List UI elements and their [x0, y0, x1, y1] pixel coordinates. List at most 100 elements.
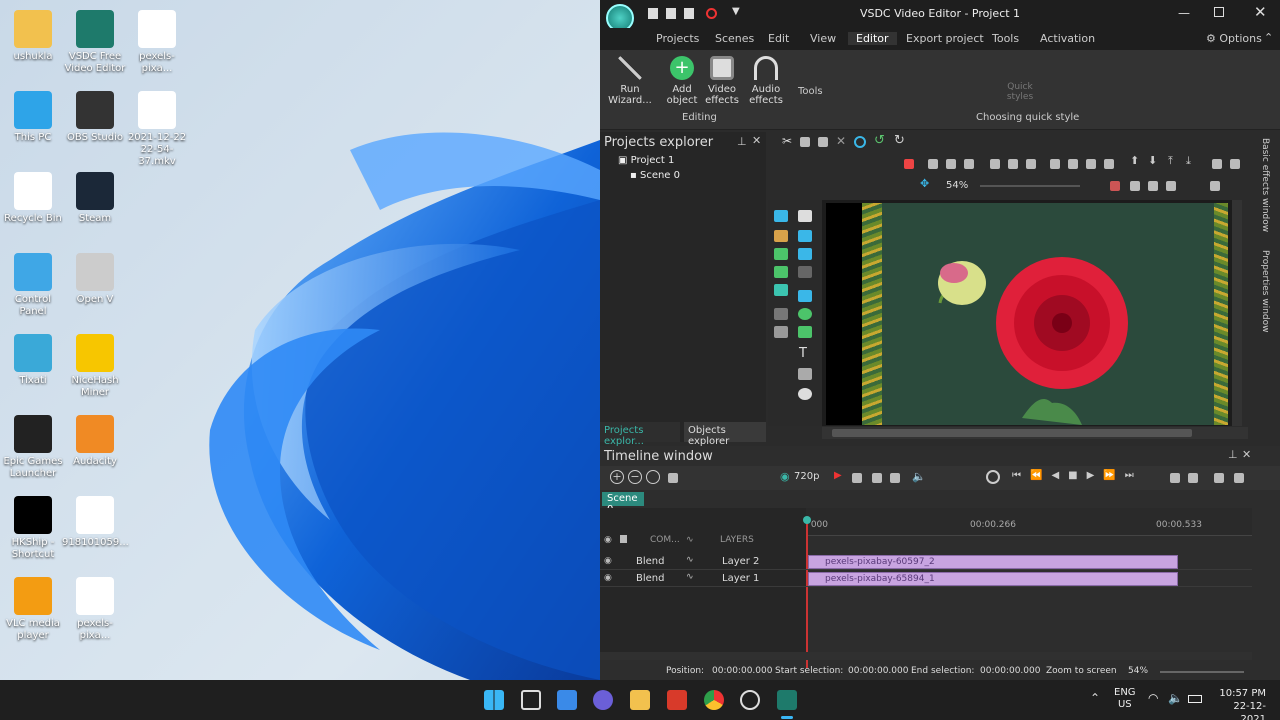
ungroup-icon[interactable]	[1230, 159, 1240, 169]
move-up-icon[interactable]: ⬆	[1130, 154, 1139, 167]
blend-mode-select[interactable]: Blend	[636, 556, 664, 567]
zoom-to-screen-label[interactable]: Zoom to screen	[1046, 666, 1117, 676]
skip-end-icon[interactable]: ⏭	[1125, 470, 1143, 481]
pointer-tool-icon[interactable]	[798, 210, 812, 222]
align-top-icon[interactable]	[964, 159, 974, 169]
marker-menu-icon[interactable]	[1234, 473, 1244, 483]
desktop-icon[interactable]: Recycle Bin	[0, 172, 66, 225]
play-preview-icon[interactable]: ▶	[834, 470, 842, 481]
collapse-ribbon-icon[interactable]: ⌃	[1264, 31, 1273, 44]
split-icon[interactable]	[1170, 473, 1180, 483]
desktop-icon[interactable]: OBS Studio	[62, 91, 128, 144]
track-audio-icon[interactable]: ∿	[686, 572, 694, 582]
text-box-tool-icon[interactable]	[798, 230, 812, 242]
language-indicator[interactable]: ENG US	[1114, 687, 1136, 711]
tab-projects-explorer[interactable]: Projects explor...	[600, 422, 680, 447]
counter-tool-icon[interactable]	[798, 368, 812, 380]
desktop-icon[interactable]: 918101059...	[62, 496, 129, 549]
clock-icon[interactable]	[986, 470, 1000, 484]
menu-item[interactable]: Scenes	[715, 32, 754, 45]
preview-hscroll[interactable]	[822, 427, 1248, 439]
skip-start-icon[interactable]: ⏮	[1012, 470, 1030, 481]
chart-tool-icon[interactable]	[774, 210, 788, 222]
bring-front-icon[interactable]: ⤒	[1168, 154, 1173, 168]
vsdc-taskbar-icon[interactable]	[777, 690, 797, 710]
desktop-icon[interactable]: Steam	[62, 172, 128, 225]
zoom-select[interactable]: 54%	[946, 180, 968, 191]
side-tab-properties[interactable]: Properties window	[1256, 250, 1270, 346]
desktop-icon[interactable]: pexels-pixa...	[62, 577, 128, 642]
settings-small-icon[interactable]	[1210, 181, 1220, 191]
close-button[interactable]: ✕	[1254, 3, 1267, 21]
blend-mode-select[interactable]: Blend	[636, 573, 664, 584]
ruler[interactable]: 00:00:00.000 00:00.266 00:00.533	[806, 508, 1252, 536]
file-explorer-icon[interactable]	[630, 690, 650, 710]
move-down-icon[interactable]: ⬇	[1148, 154, 1157, 167]
obs-taskbar-icon[interactable]	[740, 690, 760, 710]
distribute-v-icon[interactable]	[1050, 159, 1060, 169]
desktop-icon[interactable]: ushukla	[0, 10, 66, 63]
marker-icon[interactable]	[1214, 473, 1224, 483]
align-center-icon[interactable]	[928, 159, 938, 169]
same-size-icon[interactable]	[1104, 159, 1114, 169]
audio-tool-icon[interactable]	[774, 266, 788, 278]
rewind-icon[interactable]: ⏪	[1030, 470, 1051, 481]
pin-icon[interactable]: ⊥	[737, 135, 747, 148]
timeline-pin-icon[interactable]: ⊥	[1228, 448, 1238, 461]
guides-icon[interactable]	[1148, 181, 1158, 191]
add-object-button[interactable]: + Add object	[660, 56, 704, 106]
track-eye-icon[interactable]: ◉	[604, 556, 612, 566]
clock-area[interactable]: 10:57 PM 22-12-2021	[1214, 687, 1266, 720]
desktop-icon[interactable]: VSDC Free Video Editor	[62, 10, 128, 75]
wps-pdf-icon[interactable]	[667, 690, 687, 710]
desktop-icon[interactable]: Audacity	[62, 415, 128, 468]
send-back-icon[interactable]: ⤓	[1186, 154, 1191, 168]
shape-tool-icon[interactable]	[798, 248, 812, 260]
tree-scene[interactable]: ▪ Scene 0	[630, 170, 680, 181]
side-tab-basic-effects[interactable]: Basic effects window	[1256, 138, 1270, 234]
track-audio-icon[interactable]: ∿	[686, 555, 694, 565]
tools-button[interactable]: Tools	[798, 86, 823, 97]
desktop-icon[interactable]: 2021-12-22 22-54-37.mkv	[124, 91, 190, 168]
video-tool-icon[interactable]	[774, 284, 788, 296]
timeline-close-icon[interactable]: ✕	[1242, 448, 1251, 461]
desktop-icon[interactable]: Tixati	[0, 334, 66, 387]
menu-item[interactable]: View	[810, 32, 836, 45]
task-view-icon[interactable]	[521, 690, 541, 710]
tab-objects-explorer[interactable]: Objects explorer	[684, 422, 766, 447]
zoom-out-icon[interactable]: −	[628, 470, 642, 484]
desktop-icon[interactable]: pexels-pixa...	[124, 10, 190, 75]
preview-vscroll[interactable]	[1232, 200, 1242, 426]
same-width-icon[interactable]	[1068, 159, 1078, 169]
desktop-icon[interactable]: HKShip - Shortcut	[0, 496, 66, 561]
freeform-tool-icon[interactable]	[798, 326, 812, 338]
ellipse-tool-icon[interactable]	[798, 308, 812, 320]
run-wizard-button[interactable]: Run Wizard...	[608, 56, 652, 106]
quality-select[interactable]: 720p	[794, 471, 819, 482]
align-middle-icon[interactable]	[990, 159, 1000, 169]
maximize-button[interactable]	[1214, 7, 1224, 17]
play-icon[interactable]: ▶	[1087, 470, 1104, 481]
hscroll-thumb[interactable]	[832, 429, 1192, 437]
tree-project[interactable]: ▣ Project 1	[618, 155, 674, 166]
minimize-button[interactable]: —	[1178, 6, 1190, 20]
track-eye-icon[interactable]: ◉	[604, 573, 612, 583]
snapshot-icon[interactable]	[668, 473, 678, 483]
widgets-icon[interactable]	[557, 690, 577, 710]
track-row[interactable]: ◉ Blend ∿ Layer 1 pexels-pixabay-65894_1	[600, 571, 1252, 587]
menu-item[interactable]: Export project	[906, 32, 984, 45]
repeat-icon[interactable]	[890, 473, 900, 483]
track-row[interactable]: ◉ Blend ∿ Layer 2 pexels-pixabay-60597_2	[600, 554, 1252, 570]
audio-effects-button[interactable]: Audio effects	[744, 56, 788, 106]
playhead-handle[interactable]	[803, 516, 811, 524]
menu-item[interactable]: Editor	[848, 32, 897, 45]
desktop-icon[interactable]: VLC media player	[0, 577, 66, 642]
cut-icon[interactable]: ✂	[782, 134, 792, 148]
menu-item[interactable]: Projects	[656, 32, 699, 45]
zoom-in-icon[interactable]: +	[610, 470, 624, 484]
desktop-icon[interactable]: NiceHash Miner	[62, 334, 128, 399]
header-lock-icon[interactable]	[620, 535, 627, 543]
battery-icon[interactable]	[1188, 695, 1202, 703]
menu-item[interactable]: Activation	[1040, 32, 1095, 45]
zoom-fit-icon[interactable]	[646, 470, 660, 484]
